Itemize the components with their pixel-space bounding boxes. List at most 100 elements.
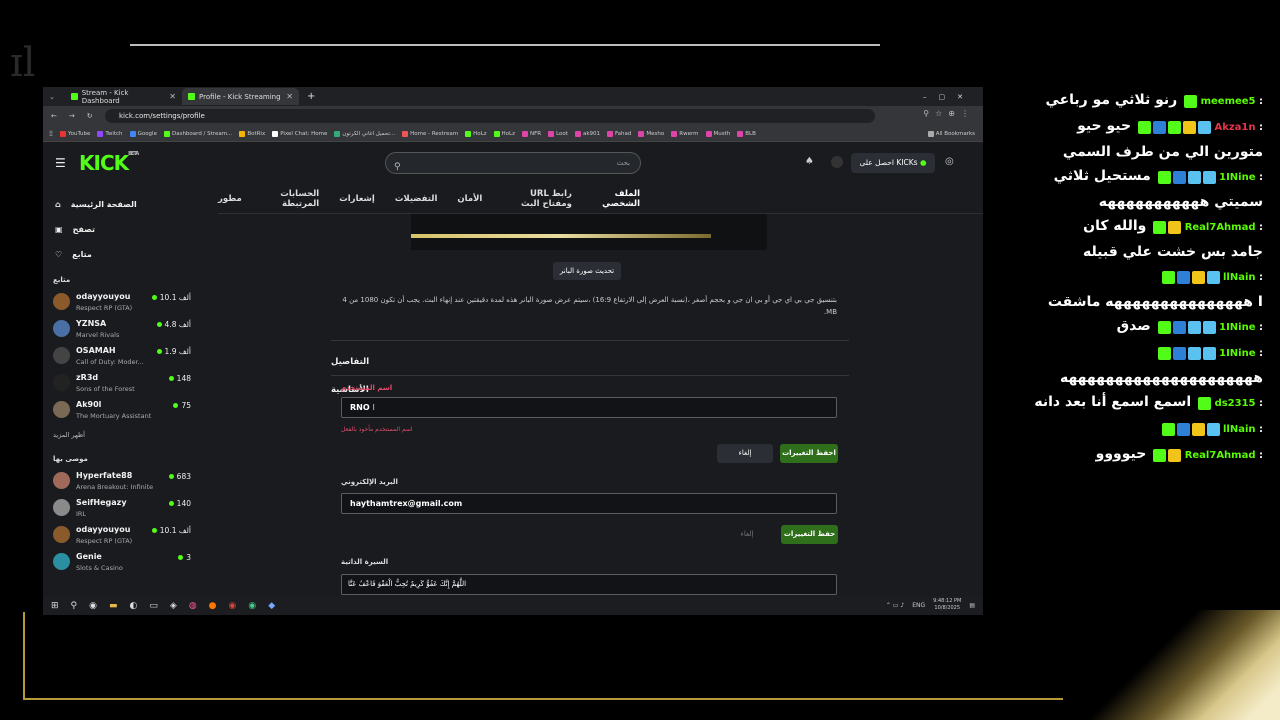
app-icon[interactable]: ◍ [189, 601, 197, 611]
app-icon[interactable]: ◐ [130, 601, 138, 611]
bookmark-item[interactable]: Fahad [607, 130, 631, 137]
chat-text: رنو ثلاثي مو رباعي [1045, 92, 1178, 108]
channel-category: Arena Breakout: Infinite [76, 483, 154, 491]
bookmark-item[interactable]: Twitch [97, 130, 123, 137]
all-bookmarks[interactable]: All Bookmarks [927, 130, 975, 137]
bookmark-item[interactable]: ak901 [574, 130, 600, 137]
channel-item[interactable]: Ak90l The Mortuary Assistant 75 [43, 397, 203, 424]
channel-item[interactable]: zR3d Sons of the Forest 148 [43, 370, 203, 397]
channel-name: Ak90l [76, 400, 102, 409]
tab-preferences[interactable]: التفضيلات [395, 194, 438, 204]
cancel-email-button[interactable]: إلغاء [721, 525, 773, 544]
chat-message: هههههههههههههههههههههه [993, 366, 1273, 390]
sidebar-item-following[interactable]: ♡ متابع [55, 242, 203, 267]
kick-logo[interactable]: KICKBETA [79, 151, 139, 175]
show-more-link[interactable]: أظهر المزيد [43, 424, 203, 446]
channel-item[interactable]: odayyouyou Respect RP (GTA) 10.1 ألف [43, 289, 203, 316]
bookmark-item[interactable]: HoLz [493, 130, 515, 137]
bookmark-item[interactable]: Google [129, 130, 157, 137]
update-banner-button[interactable]: تحديث صورة البانر [553, 262, 621, 280]
bookmark-item[interactable]: Home - Restream [402, 130, 458, 137]
username-field[interactable]: RNO I [341, 397, 837, 418]
chat-username[interactable]: llNain [1223, 424, 1256, 435]
bookmark-item[interactable]: HoLz [465, 130, 487, 137]
bio-field[interactable]: اللَّهُمَّ إِنَّكَ عَفُوٌّ كَرِيمٌ تُحِب… [341, 574, 837, 595]
app-icon[interactable]: ▭ [149, 601, 158, 611]
folder-icon[interactable]: ▬ [109, 601, 118, 611]
channel-item[interactable]: Hyperfate88 Arena Breakout: Infinite 683 [43, 468, 203, 495]
stream-overlay: ɪl ⌄ Stream - Kick Dashboard ✕ Profile - … [0, 0, 1280, 720]
channel-item[interactable]: SeifHegazy IRL 140 [43, 495, 203, 522]
window-controls[interactable]: –▢✕ [923, 93, 975, 101]
bookmark-item[interactable]: Rwerm [671, 130, 699, 137]
avatar[interactable] [831, 156, 843, 168]
chat-username[interactable]: 1INine [1219, 172, 1255, 183]
email-field[interactable]: haythamtrex@gmail.com [341, 493, 837, 514]
channel-item[interactable]: YZNSA Marvel Rivals 4.8 ألف [43, 316, 203, 343]
channel-item[interactable]: odayyouyou Respect RP (GTA) 10.1 ألف [43, 522, 203, 549]
tab-connected-accounts[interactable]: الحسابات المرتبطة [262, 189, 319, 209]
chat-username[interactable]: Real7Ahmad [1185, 222, 1256, 233]
chat-username[interactable]: ds2315 [1215, 398, 1256, 409]
chat-username[interactable]: llNain [1223, 272, 1256, 283]
reload-icon[interactable]: ↻ [87, 112, 93, 120]
sidebar-item-home[interactable]: ⌂ الصفحة الرئيسية [55, 192, 203, 217]
chat-username[interactable]: meemee5 [1201, 96, 1256, 107]
app-icon[interactable]: ◉ [89, 601, 97, 611]
kick-page: ☰ KICKBETA بحث ⚲ ♠ احصل على KICKs ● ◎ ⌂ ال… [43, 142, 983, 596]
tab-close-icon[interactable]: ✕ [169, 92, 176, 101]
bookmark-item[interactable]: YouTube [60, 130, 90, 137]
cancel-button[interactable]: إلغاء [717, 444, 773, 463]
language-indicator[interactable]: ENG [912, 602, 925, 609]
clock[interactable]: 9:48:12 PM 10/8/2025 [933, 598, 961, 612]
get-kicks-button[interactable]: احصل على KICKs ● [851, 153, 935, 173]
bookmark-item[interactable]: Musth [705, 130, 730, 137]
app-icon[interactable]: ◈ [170, 601, 177, 611]
bookmark-item[interactable]: Pixel Chat: Home [272, 130, 327, 137]
chat-username[interactable]: Real7Ahmad [1185, 450, 1256, 461]
extension-icons[interactable]: ⚲☆⊕⋮ [923, 109, 975, 118]
menu-icon[interactable]: ☰ [55, 156, 66, 170]
apps-icon[interactable]: ⣿ [49, 131, 53, 137]
forward-icon[interactable]: → [69, 112, 75, 120]
chat-username[interactable]: Akza1n [1214, 122, 1255, 133]
sidebar-item-browse[interactable]: ▣ تصفح [55, 217, 203, 242]
tab-notifications[interactable]: إشعارات [339, 194, 375, 204]
chrome-active-icon[interactable]: ◉ [248, 601, 256, 611]
tray-icons[interactable]: ⌃ ▭ ♪ [886, 602, 904, 609]
steam-icon[interactable]: ◆ [268, 601, 275, 611]
chat-username[interactable]: 1INine [1219, 348, 1255, 359]
search-icon[interactable]: ⚲ [71, 601, 78, 611]
bookmark-item[interactable]: BLB [737, 130, 756, 137]
tab-profile[interactable]: الملف الشخصي [591, 189, 640, 217]
tab-close-icon[interactable]: ✕ [286, 92, 293, 101]
url-field[interactable]: kick.com/settings/profile [105, 109, 875, 123]
user-menu-icon[interactable]: ◎ [945, 156, 954, 167]
tab-search-icon[interactable]: ⌄ [43, 93, 65, 101]
tab-developer[interactable]: مطور [218, 194, 242, 204]
save-username-button[interactable]: احفظ التغييرات [780, 444, 838, 463]
tab-profile[interactable]: Profile - Kick Streaming ✕ [182, 88, 299, 105]
new-tab-icon[interactable]: + [307, 91, 315, 102]
gift-icon[interactable]: ♠ [805, 156, 814, 167]
tab-dashboard[interactable]: Stream - Kick Dashboard ✕ [65, 88, 182, 105]
bookmark-item[interactable]: Dashboard / Stream... [163, 130, 232, 137]
back-icon[interactable]: ← [51, 112, 57, 120]
tab-stream-url-key[interactable]: رابط URL ومفتاح البث [502, 189, 572, 209]
chat-username[interactable]: 1INine [1219, 322, 1255, 333]
search-input[interactable]: بحث ⚲ [385, 152, 641, 174]
channel-item[interactable]: Genie Slots & Casino 3 [43, 549, 203, 576]
bookmark-item[interactable]: تحميل اغاني الكرتون... [334, 130, 395, 137]
windows-start-icon[interactable]: ⊞ [51, 601, 59, 611]
chat-text: حيوووو [1095, 446, 1147, 462]
notification-icon[interactable]: ▤ [969, 602, 975, 609]
firefox-icon[interactable]: ● [209, 601, 217, 611]
tab-security[interactable]: الأمان [457, 194, 482, 204]
channel-item[interactable]: OSAMAH Call of Duty: Moder... 1.9 ألف [43, 343, 203, 370]
bookmark-item[interactable]: NFR [521, 130, 541, 137]
bookmark-item[interactable]: Mesho [638, 130, 664, 137]
bookmark-item[interactable]: BotRix [239, 130, 265, 137]
bookmark-item[interactable]: Loot [548, 130, 568, 137]
save-email-button[interactable]: حفظ التغييرات [781, 525, 838, 544]
chrome-icon[interactable]: ◉ [229, 601, 237, 611]
